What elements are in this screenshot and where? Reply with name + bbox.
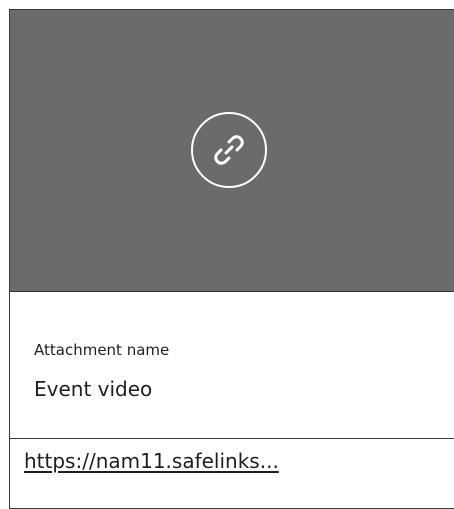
link-icon (191, 112, 267, 188)
attachment-preview[interactable] (10, 10, 454, 292)
attachment-details: Attachment name Event video (10, 292, 454, 439)
attachment-name-value: Event video (34, 377, 153, 401)
attachment-name-label: Attachment name (34, 341, 170, 359)
attachment-card[interactable]: Attachment name Event video (9, 9, 454, 509)
attachment-url-link[interactable]: https://nam11.safelinks... (24, 449, 279, 473)
